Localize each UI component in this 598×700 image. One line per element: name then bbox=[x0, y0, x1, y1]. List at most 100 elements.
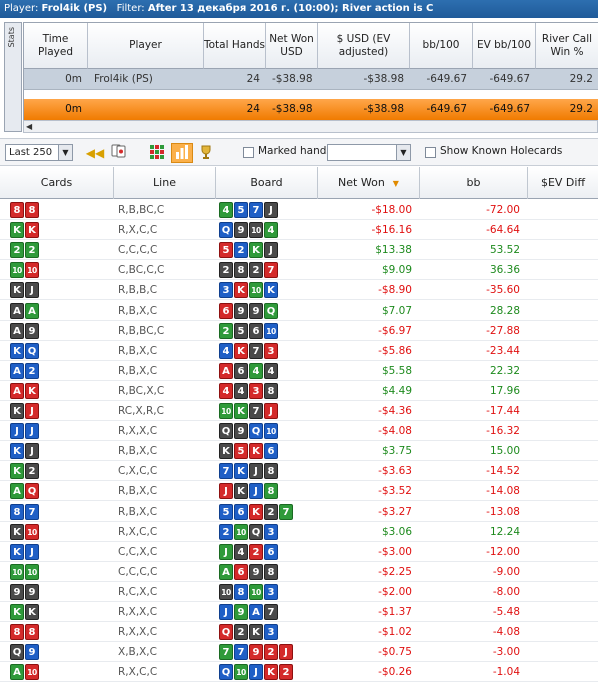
table-row[interactable]: A 10 R,X,C,C Q 10 J K 2 -$0.26 -1.04 bbox=[0, 662, 598, 683]
card: 9 bbox=[249, 563, 263, 580]
replay-icon[interactable]: ◀◀ bbox=[84, 143, 106, 163]
board-cards: 2827 bbox=[219, 262, 278, 279]
table-row[interactable]: A Q R,B,X,C J K J 8 -$3.52 -14.08 bbox=[0, 481, 598, 502]
column-header-net-won[interactable]: Net Won ▼ bbox=[318, 167, 420, 199]
stats-header-river-call[interactable]: River Call Win % bbox=[536, 23, 598, 69]
card: K bbox=[10, 543, 24, 560]
table-row[interactable]: 8 8 R,X,X,C Q 2 K 3 -$1.02 -4.08 bbox=[0, 622, 598, 643]
card: K bbox=[10, 604, 24, 620]
sort-desc-icon: ▼ bbox=[392, 179, 399, 188]
card: 2 bbox=[249, 262, 263, 279]
show-known-label: Show Known Holecards bbox=[440, 145, 563, 157]
card: 5 bbox=[234, 322, 248, 339]
stats-total-row[interactable]: 0m 24 -$38.98 -$38.98 -649.67 -649.67 29… bbox=[24, 99, 598, 120]
line-cell: R,B,X,C bbox=[118, 304, 158, 317]
bb-cell: -13.08 bbox=[486, 505, 520, 518]
card: J bbox=[25, 282, 39, 299]
table-row[interactable]: 8 8 R,B,BC,C 4 5 7 J -$18.00 -72.00 bbox=[0, 200, 598, 220]
net-won-cell: -$8.90 bbox=[378, 284, 412, 297]
card: Q bbox=[219, 423, 233, 440]
show-known-checkbox[interactable] bbox=[425, 147, 436, 158]
card: A bbox=[10, 362, 24, 379]
hand-range-select[interactable]: Last 250 ▼ bbox=[5, 144, 73, 161]
card: 4 bbox=[219, 202, 233, 218]
scroll-left-icon[interactable]: ◀ bbox=[26, 122, 32, 131]
card: 5 bbox=[219, 503, 233, 520]
stats-header-bb100[interactable]: bb/100 bbox=[410, 23, 473, 69]
card: K bbox=[25, 222, 39, 239]
card: 6 bbox=[234, 563, 248, 580]
card: 8 bbox=[10, 503, 24, 520]
table-row[interactable]: K J RC,X,R,C 10 K 7 J -$4.36 -17.44 bbox=[0, 401, 598, 421]
chevron-down-icon[interactable]: ▼ bbox=[58, 145, 72, 160]
hole-cards: Q9 bbox=[10, 644, 39, 661]
hole-cards: AQ bbox=[10, 483, 39, 500]
card: J bbox=[219, 543, 233, 560]
stats-header-hands[interactable]: Total Hands bbox=[204, 23, 266, 69]
card: K bbox=[234, 342, 248, 359]
table-row[interactable]: K J C,C,X,C J 4 2 6 -$3.00 -12.00 bbox=[0, 542, 598, 562]
card: 7 bbox=[249, 403, 263, 419]
stats-header-time[interactable]: Time Played bbox=[24, 23, 88, 69]
bar-chart-icon[interactable] bbox=[171, 143, 193, 163]
table-row[interactable]: A 9 R,B,BC,C 2 5 6 10 -$6.97 -27.88 bbox=[0, 321, 598, 341]
table-row[interactable]: Q 9 X,B,X,C 7 7 9 2 J -$0.75 -3.00 bbox=[0, 642, 598, 663]
card: 5 bbox=[234, 443, 248, 460]
horizontal-scrollbar[interactable]: ◀ bbox=[23, 120, 598, 133]
net-won-cell: $5.58 bbox=[381, 364, 412, 377]
marked-hands-checkbox[interactable] bbox=[243, 147, 254, 158]
hole-cards: K 10 bbox=[10, 523, 39, 540]
table-row[interactable]: A 2 R,B,X,C A 6 4 4 $5.58 22.32 bbox=[0, 361, 598, 381]
trophy-icon[interactable] bbox=[195, 143, 217, 163]
bb-cell: -9.00 bbox=[492, 565, 520, 578]
stats-header-player[interactable]: Player bbox=[88, 23, 204, 69]
column-header-cards[interactable]: Cards bbox=[0, 167, 114, 199]
stats-header-ev-bb100[interactable]: EV bb/100 bbox=[473, 23, 536, 69]
table-row[interactable]: K Q R,B,X,C 4 K 7 3 -$5.86 -23.44 bbox=[0, 341, 598, 361]
grid-icon[interactable] bbox=[146, 143, 168, 163]
stats-header-net[interactable]: Net Won USD bbox=[266, 23, 318, 69]
net-won-cell: $9.09 bbox=[381, 264, 412, 277]
table-row[interactable]: A A R,B,X,C 6 9 9 Q $7.07 28.28 bbox=[0, 301, 598, 321]
stats-cell: -649.67 bbox=[489, 73, 530, 85]
table-row[interactable]: J J R,X,X,C Q 9 Q 10 -$4.08 -16.32 bbox=[0, 421, 598, 442]
card: 7 bbox=[264, 604, 278, 620]
card: 7 bbox=[234, 644, 248, 661]
table-row[interactable]: 10 10 C,C,C,C A 6 9 8 -$2.25 -9.00 bbox=[0, 562, 598, 582]
card: 10 bbox=[25, 664, 39, 681]
table-row[interactable]: K 2 C,X,C,C 7 K J 8 -$3.63 -14.52 bbox=[0, 461, 598, 482]
stats-header-ev-usd[interactable]: $ USD (EV adjusted) bbox=[318, 23, 410, 69]
card: 7 bbox=[264, 262, 278, 279]
column-header-board[interactable]: Board bbox=[216, 167, 318, 199]
card: K bbox=[234, 483, 248, 500]
marked-hands-combo[interactable]: ▼ bbox=[327, 144, 411, 161]
bb-cell: -35.60 bbox=[486, 284, 520, 297]
card: 2 bbox=[234, 242, 248, 259]
hole-cards: A 10 bbox=[10, 664, 39, 681]
board-cards: J426 bbox=[219, 543, 278, 560]
card: 2 bbox=[25, 242, 39, 259]
table-row[interactable]: 9 9 R,C,X,C 10 8 10 3 -$2.00 -8.00 bbox=[0, 582, 598, 602]
table-row[interactable]: K 10 R,X,C,C 2 10 Q 3 $3.06 12.24 bbox=[0, 522, 598, 542]
column-header-line[interactable]: Line bbox=[114, 167, 216, 199]
table-row[interactable]: K K R,X,C,C Q 9 10 4 -$16.16 -64.64 bbox=[0, 220, 598, 241]
table-row[interactable]: K J R,B,B,C 3 K 10 K -$8.90 -35.60 bbox=[0, 280, 598, 301]
stats-player-row[interactable]: 0m Frol4ik (PS) 24 -$38.98 -$38.98 -649.… bbox=[24, 69, 598, 90]
card: 7 bbox=[219, 463, 233, 480]
column-header-bb[interactable]: bb bbox=[420, 167, 528, 199]
chevron-down-icon[interactable]: ▼ bbox=[396, 145, 410, 160]
table-row[interactable]: K K R,X,X,C J 9 A 7 -$1.37 -5.48 bbox=[0, 602, 598, 622]
board-cards: K5K6 bbox=[219, 443, 278, 460]
table-row[interactable]: A K R,BC,X,C 4 4 3 8 $4.49 17.96 bbox=[0, 381, 598, 401]
column-header-ev-diff[interactable]: $EV Diff bbox=[528, 167, 598, 199]
card: Q bbox=[249, 423, 263, 440]
table-row[interactable]: 2 2 C,C,C,C 5 2 K J $13.38 53.52 bbox=[0, 240, 598, 261]
stats-tab[interactable]: Stats bbox=[4, 22, 22, 132]
table-row[interactable]: 10 10 C,BC,C,C 2 8 2 7 $9.09 36.36 bbox=[0, 260, 598, 281]
cards-icon[interactable] bbox=[108, 143, 130, 163]
table-row[interactable]: 8 7 R,B,X,C 5 6 K 2 7 -$3.27 -13.08 bbox=[0, 502, 598, 522]
table-row[interactable]: K J R,B,X,C K 5 K 6 $3.75 15.00 bbox=[0, 441, 598, 462]
line-cell: C,C,C,C bbox=[118, 565, 158, 578]
hole-cards: KK bbox=[10, 604, 39, 620]
board-cards: Q 9 Q 10 bbox=[219, 423, 278, 440]
